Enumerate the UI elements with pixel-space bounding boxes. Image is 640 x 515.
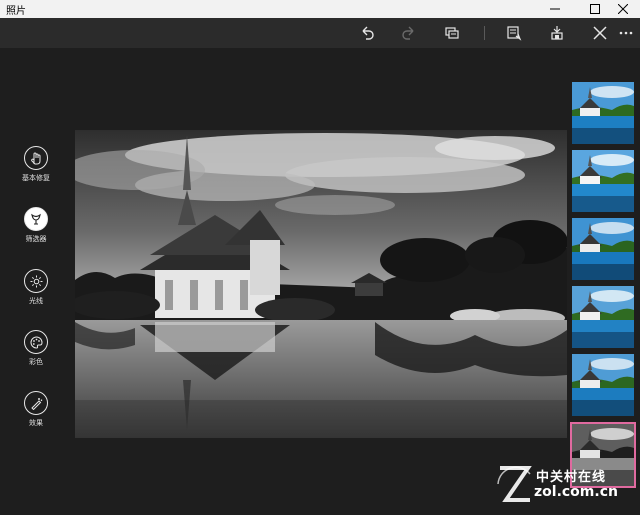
effects-icon: [30, 397, 42, 410]
sidebar-icon-circle: [24, 330, 48, 354]
sidebar-icon-circle: [24, 207, 48, 231]
sidebar-item-label: 筛选器: [25, 235, 47, 243]
close-icon: [593, 26, 607, 40]
palette-icon: [30, 335, 43, 349]
filter-thumbnail[interactable]: [572, 354, 634, 416]
filter-thumbnail[interactable]: [572, 150, 634, 212]
watermark-text-en: zol.com.cn: [534, 484, 618, 500]
save-icon: [551, 26, 563, 40]
filter-thumbnail-image: [572, 82, 634, 144]
redo-button[interactable]: [394, 18, 424, 48]
filter-thumbnail-image: [572, 150, 634, 212]
maximize-icon: [590, 4, 600, 14]
sidebar-item-label: 效果: [29, 419, 43, 427]
toolbar-separator: [484, 26, 485, 40]
edit-toolbar: [0, 18, 640, 48]
save-copy-icon: [507, 26, 522, 41]
undo-button[interactable]: [352, 18, 382, 48]
window-close-icon: [618, 4, 628, 14]
filter-thumbnail-image: [572, 218, 634, 280]
sidebar-item-light[interactable]: 光线: [14, 269, 58, 306]
filter-thumbnail[interactable]: [572, 286, 634, 348]
save-copy-button[interactable]: [499, 18, 529, 48]
watermark-text-cn: 中关村在线: [536, 470, 607, 485]
sidebar-item-color[interactable]: 彩色: [14, 330, 58, 367]
compare-button[interactable]: [437, 18, 467, 48]
filter-thumbnail[interactable]: [572, 218, 634, 280]
sidebar-icon-circle: [24, 146, 48, 170]
sidebar-item-effects[interactable]: 效果: [14, 391, 58, 428]
photo-image: [75, 130, 567, 438]
sidebar-item-filters[interactable]: 筛选器: [14, 207, 58, 244]
more-button[interactable]: [614, 18, 638, 48]
close-edit-button[interactable]: [585, 18, 615, 48]
filter-thumbnail[interactable]: [572, 82, 634, 144]
sun-icon: [30, 275, 42, 287]
window-close-button[interactable]: [606, 0, 640, 18]
sidebar-item-label: 彩色: [29, 358, 43, 366]
photo-preview[interactable]: [75, 130, 567, 438]
sidebar-icon-circle: [24, 269, 48, 293]
sidebar-item-label: 基本修复: [22, 174, 50, 182]
sidebar-item-basic-fix[interactable]: 基本修复: [14, 146, 58, 183]
filter-thumbnail-image: [572, 354, 634, 416]
more-icon: [619, 31, 633, 35]
zol-logo-icon: [497, 466, 532, 502]
filter-thumbnail-image: [572, 286, 634, 348]
minimize-button[interactable]: [538, 0, 572, 18]
title-bar: 照片: [0, 0, 640, 18]
redo-icon: [402, 26, 414, 40]
sidebar-item-label: 光线: [29, 297, 43, 305]
sidebar-icon-circle: [24, 391, 48, 415]
app-title: 照片: [6, 6, 26, 17]
filter-icon: [31, 213, 41, 225]
zol-watermark: 中关村在线 zol.com.cn: [494, 462, 636, 506]
hand-icon: [31, 152, 41, 164]
main-area: 基本修复 筛选器 光线 彩色 效果 中关村在线 zol.com.cn: [0, 48, 640, 515]
save-button[interactable]: [542, 18, 572, 48]
undo-icon: [362, 26, 374, 40]
minimize-icon: [550, 8, 560, 10]
compare-icon: [445, 27, 459, 39]
